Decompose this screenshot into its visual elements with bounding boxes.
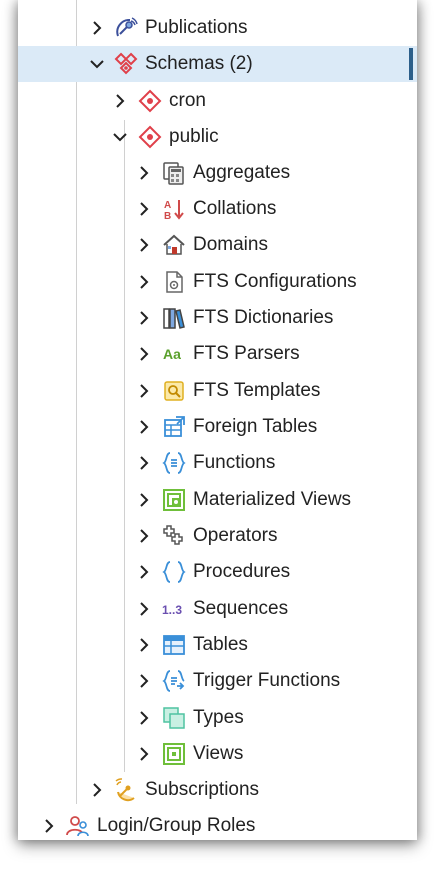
tree-node-label: Procedures: [193, 561, 291, 582]
chevron-right-icon[interactable]: [136, 346, 152, 362]
tree-node-label: public: [169, 126, 219, 147]
tree-node-fts-configurations[interactable]: FTS Configurations: [18, 264, 417, 300]
tree-node-login-group-roles[interactable]: Login/Group Roles: [18, 808, 417, 840]
chevron-right-icon[interactable]: [41, 818, 57, 834]
tree-node-label: Collations: [193, 198, 277, 219]
tree-node-fts-parsers[interactable]: Aa FTS Parsers: [18, 336, 417, 372]
chevron-down-icon[interactable]: [112, 129, 128, 145]
tree-node-schemas[interactable]: Schemas (2): [18, 46, 417, 82]
publication-icon: [114, 16, 138, 40]
tree-node-views[interactable]: Views: [18, 736, 417, 772]
schemas-icon: [114, 52, 138, 76]
svg-text:Aa: Aa: [163, 346, 181, 362]
tree-node-subscriptions[interactable]: Subscriptions: [18, 772, 417, 808]
chevron-right-icon[interactable]: [136, 455, 152, 471]
tree-node-procedures[interactable]: Procedures: [18, 554, 417, 590]
tree-node-label: Views: [193, 743, 244, 764]
fts-configuration-icon: [162, 270, 186, 294]
tree-node-fts-templates[interactable]: FTS Templates: [18, 373, 417, 409]
fts-dictionary-icon: [162, 306, 186, 330]
tree-node-label: Types: [193, 707, 244, 728]
subscription-icon: [114, 778, 138, 802]
operator-icon: [162, 524, 186, 548]
aggregates-icon: [162, 161, 186, 185]
domains-icon: [162, 233, 186, 257]
tree-node-label: Schemas (2): [145, 53, 253, 74]
tree-node-domains[interactable]: Domains: [18, 227, 417, 263]
chevron-right-icon[interactable]: [136, 274, 152, 290]
tree-node-label: cron: [169, 90, 206, 111]
chevron-right-icon[interactable]: [136, 165, 152, 181]
chevron-right-icon[interactable]: [89, 782, 105, 798]
schema-icon: [138, 89, 162, 113]
tree-node-label: Materialized Views: [193, 489, 352, 510]
tree-node-aggregates[interactable]: Aggregates: [18, 155, 417, 191]
tree-node-cron[interactable]: cron: [18, 83, 417, 119]
chevron-right-icon[interactable]: [136, 492, 152, 508]
tree-node-label: Aggregates: [193, 162, 291, 183]
chevron-down-icon[interactable]: [89, 56, 105, 72]
collations-icon: A B: [162, 197, 186, 221]
tree-node-collations[interactable]: A B Collations: [18, 191, 417, 227]
tree-node-label: Operators: [193, 525, 278, 546]
tree-node-label: Login/Group Roles: [97, 815, 256, 836]
tree-node-label: FTS Dictionaries: [193, 307, 334, 328]
tree-node-public[interactable]: public: [18, 119, 417, 155]
tree-node-label: Trigger Functions: [193, 670, 341, 691]
chevron-right-icon[interactable]: [136, 383, 152, 399]
chevron-right-icon[interactable]: [89, 20, 105, 36]
function-icon: [162, 451, 186, 475]
trigger-function-icon: [162, 669, 186, 693]
chevron-right-icon[interactable]: [136, 637, 152, 653]
tree-node-label: FTS Configurations: [193, 271, 357, 292]
sequence-icon: 1..3: [162, 597, 186, 621]
chevron-right-icon[interactable]: [136, 601, 152, 617]
svg-text:A: A: [164, 200, 171, 211]
svg-text:B: B: [164, 211, 171, 221]
tree-node-publications[interactable]: Publications: [18, 10, 417, 46]
fts-template-icon: [162, 379, 186, 403]
tree-node-materialized-views[interactable]: Materialized Views: [18, 482, 417, 518]
tree-node-operators[interactable]: Operators: [18, 518, 417, 554]
tree-node-functions[interactable]: Functions: [18, 445, 417, 481]
tree-node-label: FTS Parsers: [193, 343, 300, 364]
tree-node-fts-dictionaries[interactable]: FTS Dictionaries: [18, 300, 417, 336]
chevron-right-icon[interactable]: [136, 564, 152, 580]
chevron-right-icon[interactable]: [136, 710, 152, 726]
chevron-right-icon[interactable]: [136, 237, 152, 253]
materialized-view-icon: [162, 488, 186, 512]
tree-node-foreign-tables[interactable]: Foreign Tables: [18, 409, 417, 445]
foreign-table-icon: [162, 415, 186, 439]
chevron-right-icon[interactable]: [136, 528, 152, 544]
chevron-right-icon[interactable]: [136, 673, 152, 689]
tree-node-label: Sequences: [193, 598, 289, 619]
tree-node-label: Publications: [145, 17, 248, 38]
tree-node-types[interactable]: Types: [18, 700, 417, 736]
type-icon: [162, 706, 186, 730]
login-roles-icon: [66, 814, 90, 838]
fts-parser-icon: Aa: [162, 342, 186, 366]
tree-node-tables[interactable]: Tables: [18, 627, 417, 663]
tree-node-trigger-functions[interactable]: Trigger Functions: [18, 663, 417, 699]
table-icon: [162, 633, 186, 657]
chevron-right-icon[interactable]: [136, 201, 152, 217]
chevron-right-icon[interactable]: [136, 310, 152, 326]
svg-text:1..3: 1..3: [162, 603, 182, 617]
browser-tree-panel: Publications Schemas (2) cron public Agg…: [18, 0, 417, 840]
tree-node-label: Foreign Tables: [193, 416, 318, 437]
chevron-right-icon[interactable]: [136, 419, 152, 435]
schema-icon: [138, 125, 162, 149]
tree-node-sequences[interactable]: 1..3 Sequences: [18, 591, 417, 627]
chevron-right-icon[interactable]: [112, 93, 128, 109]
tree-node-label: Domains: [193, 234, 268, 255]
tree-node-label: FTS Templates: [193, 380, 321, 401]
tree-node-label: Tables: [193, 634, 248, 655]
view-icon: [162, 742, 186, 766]
tree-node-label: Functions: [193, 452, 276, 473]
procedure-icon: [162, 560, 186, 584]
tree-node-label: Subscriptions: [145, 779, 260, 800]
chevron-right-icon[interactable]: [136, 746, 152, 762]
